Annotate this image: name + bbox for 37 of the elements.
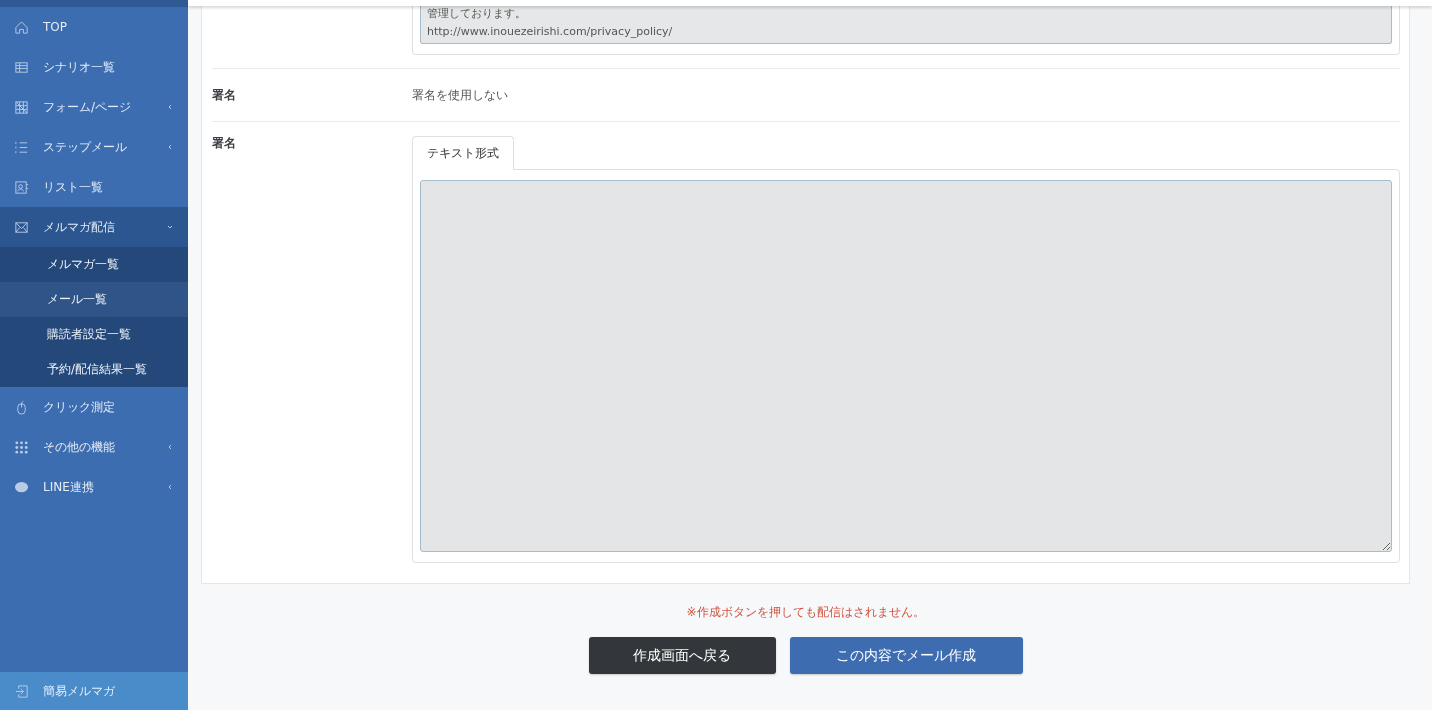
contact-card-icon [14,179,29,195]
field-label: 署名 [212,135,237,152]
caret-icon [166,483,174,491]
sidebar-item[interactable]: LINE連携 [0,467,188,507]
sidebar-item[interactable]: TOP [0,7,188,47]
submenu-item[interactable]: 購読者設定一覧 [0,317,188,352]
list-icon [14,139,29,155]
grid-icon [14,99,29,115]
format-tab[interactable]: テキスト形式 [412,136,514,170]
sidebar-item[interactable]: クリック測定 [0,387,188,427]
message-field[interactable]: 管理しております。 http://www.inouezeirishi.com/privacy_policy/ [420,6,1392,44]
sidebar-item[interactable]: その他の機能 [0,427,188,467]
sidebar-footer-item[interactable]: 簡易メルマガ [0,672,188,710]
submenu-item[interactable]: メルマガ一覧 [0,247,188,282]
create-button[interactable]: この内容でメール作成 [789,637,1023,674]
notice-text: ※作成ボタンを押しても配信はされません。 [685,604,926,621]
mouse-icon [14,399,29,415]
back-button[interactable]: 作成画面へ戻る [588,637,776,674]
caret-icon [166,223,174,231]
envelope-icon [14,219,29,235]
dots-grid-icon [14,439,29,455]
field-value: 署名を使用しない [412,86,508,104]
submenu-item[interactable]: 予約/配信結果一覧 [0,352,188,387]
sidebar-item[interactable]: シナリオ一覧 [0,47,188,87]
caret-icon [166,143,174,151]
caret-icon [166,103,174,111]
sidebar-item[interactable]: フォーム/ページ [0,87,188,127]
home-icon [14,19,29,35]
chat-bubble-icon [14,479,29,495]
sidebar-item[interactable]: メルマガ配信 [0,207,188,247]
caret-icon [166,443,174,451]
sidebar-item[interactable]: ステップメール [0,127,188,167]
field-label: 署名 [212,86,237,104]
table-icon [14,59,29,75]
sidebar-item[interactable]: リスト一覧 [0,167,188,207]
submenu-item[interactable]: メール一覧 [0,282,188,317]
sign-in-icon [14,683,29,699]
